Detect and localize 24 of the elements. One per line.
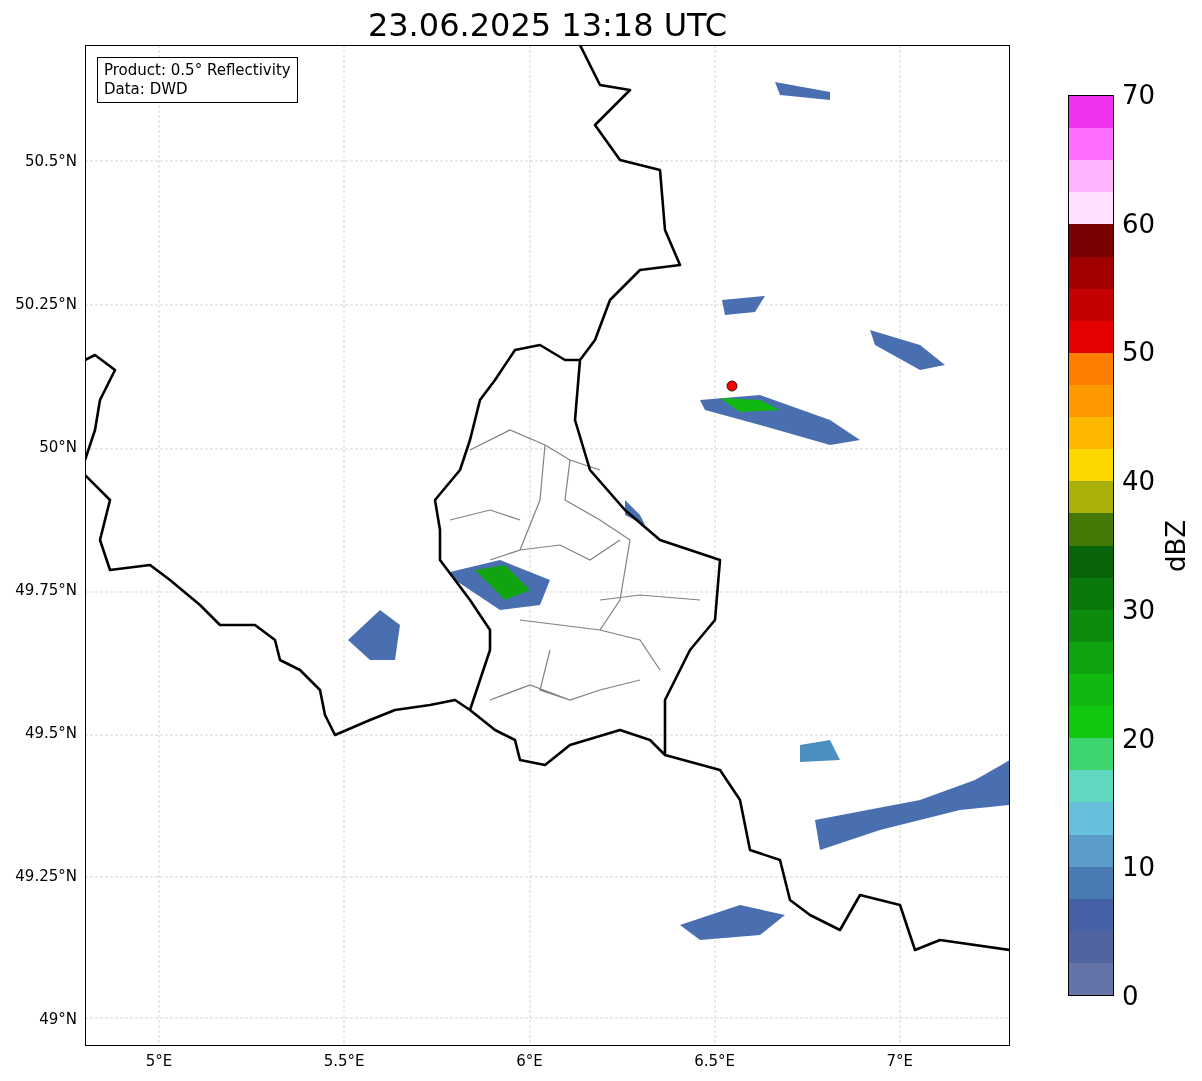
latitude-tick-label: 49.75°N: [15, 581, 77, 599]
latitude-tick-label: 50.25°N: [15, 295, 77, 313]
colorbar-tick-label: 50: [1122, 337, 1156, 368]
longitude-tick-label: 5°E: [145, 1052, 173, 1070]
latitude-tick-label: 50.5°N: [24, 152, 77, 170]
latitude-tick-label: 50°N: [39, 438, 77, 456]
longitude-tick-label: 6°E: [516, 1052, 543, 1070]
colorbar-tick-label: 20: [1122, 723, 1156, 754]
longitude-tick-label: 5.5°E: [323, 1052, 365, 1070]
longitude-tick-label: 6.5°E: [694, 1052, 735, 1070]
info-text: Data: DWD: [104, 80, 189, 99]
colorbar-tick-label: 60: [1122, 208, 1156, 239]
colorbar-tick-label: 30: [1122, 594, 1156, 625]
colorbar-tick-label: 40: [1122, 466, 1156, 497]
colorbar-tick-label: 70: [1122, 80, 1156, 110]
colorbar-tick-label: 0: [1122, 981, 1139, 1011]
chart-title: 23.06.2025 13:18 UTC: [366, 4, 729, 45]
latitude-tick-label: 49.25°N: [15, 867, 77, 885]
latitude-tick-label: 49°N: [39, 1010, 77, 1028]
longitude-tick-label: 7°E: [886, 1052, 914, 1070]
colorbar-tick-label: 10: [1122, 852, 1156, 883]
colorbar-label: dBZ: [1160, 519, 1191, 572]
info-text: Product: 0.5° Reflectivity: [104, 61, 291, 80]
latitude-tick-label: 49.5°N: [24, 724, 77, 742]
